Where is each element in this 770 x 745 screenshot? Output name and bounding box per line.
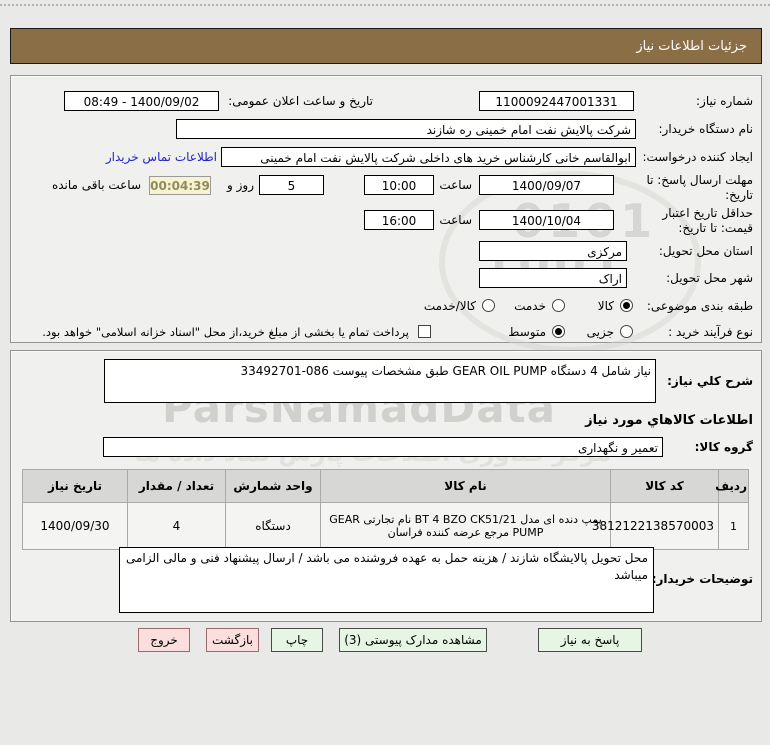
need-info-panel: 0101 1001 شماره نیاز: 1100092447001331 ت…: [10, 75, 762, 353]
classification-label: طبقه بندی موضوعی:: [646, 299, 753, 313]
price-validity-hour-label: ساعت: [439, 213, 472, 227]
radio-partial[interactable]: [620, 325, 633, 338]
cell-goods-code: 3812122138570003: [592, 502, 719, 550]
reply-deadline-date-field[interactable]: 1400/09/07: [479, 175, 614, 195]
table-row: 1 3812122138570003 پمپ دنده ای مدل BT 4 …: [22, 502, 749, 550]
page-title-bar: جزئیات اطلاعات نیاز: [10, 28, 762, 64]
cell-goods-name: پمپ دنده ای مدل BT 4 BZO CK51/21 نام تجا…: [320, 502, 611, 550]
view-attached-docs-button[interactable]: مشاهده مدارک پیوستی (3): [339, 628, 487, 652]
page-title: جزئیات اطلاعات نیاز: [636, 38, 747, 54]
treasury-payment-checkbox[interactable]: [418, 325, 431, 338]
col-header-quantity: تعداد / مقدار: [127, 469, 226, 503]
buyer-notes-field[interactable]: محل تحویل پالایشگاه شازند / هزینه حمل به…: [119, 547, 654, 613]
radio-service[interactable]: [552, 299, 565, 312]
buyer-contact-link[interactable]: اطلاعات تماس خریدار: [106, 147, 217, 167]
cell-need-date: 1400/09/30: [22, 502, 128, 550]
price-validity-label: حداقل تاریخ اعتبار قیمت: تا تاریخ:: [662, 206, 753, 235]
buyer-notes-label: توضیحات خریدار:: [651, 572, 753, 586]
goods-info-header: اطلاعات کالاهاي مورد نیاز: [585, 413, 753, 428]
need-number-field[interactable]: 1100092447001331: [479, 91, 634, 111]
reply-deadline-label: مهلت ارسال پاسخ: تا تاریخ:: [646, 173, 753, 202]
delivery-province-label: استان محل تحویل:: [658, 244, 753, 258]
reply-to-need-button[interactable]: پاسخ به نیاز: [538, 628, 642, 652]
delivery-province-field[interactable]: مرکزی: [479, 241, 627, 261]
need-number-label: شماره نیاز:: [696, 94, 753, 108]
radio-medium[interactable]: [552, 325, 565, 338]
price-validity-date-field[interactable]: 1400/10/04: [479, 210, 614, 230]
days-and-label: روز و: [227, 178, 254, 192]
radio-goods-service-label: کالا/خدمت: [423, 299, 476, 313]
goods-group-field[interactable]: تعمیر و نگهداری: [103, 437, 663, 457]
radio-service-label: خدمت: [514, 299, 546, 313]
request-creator-label: ایجاد کننده درخواست:: [642, 150, 753, 164]
need-description-label: شرح کلي نیاز:: [667, 374, 753, 388]
top-dotted-divider: [0, 4, 770, 6]
reply-deadline-time-field[interactable]: 10:00: [364, 175, 434, 195]
goods-info-panel: ParsNamadData مرکز فناوری اطلاعات پارس ن…: [10, 350, 762, 622]
delivery-city-label: شهر محل تحویل:: [666, 271, 753, 285]
radio-goods[interactable]: [620, 299, 633, 312]
col-header-goods-name: نام کالا: [320, 469, 611, 503]
exit-button[interactable]: خروج: [138, 628, 190, 652]
cell-row-number: 1: [718, 502, 749, 550]
col-header-unit: واحد شمارش: [225, 469, 321, 503]
announce-datetime-label: تاریخ و ساعت اعلان عمومی:: [228, 94, 373, 108]
goods-table-header-row: ردیف کد کالا نام کالا واحد شمارش تعداد /…: [22, 469, 749, 503]
countdown-timer: 00:04:39: [149, 176, 211, 195]
buyer-org-field[interactable]: شرکت پالایش نفت امام خمینی ره شازند: [176, 119, 636, 139]
time-remaining-label: ساعت باقی مانده: [51, 178, 141, 192]
radio-medium-label: متوسط: [508, 325, 546, 339]
col-header-goods-code: کد کالا: [610, 469, 719, 503]
col-header-need-date: تاریخ نیاز: [22, 469, 128, 503]
reply-deadline-days-field[interactable]: 5: [259, 175, 324, 195]
purchase-type-label: نوع فرآیند خرید :: [668, 325, 753, 339]
treasury-payment-label: پرداخت تمام یا بخشی از مبلغ خرید،از محل …: [42, 325, 409, 339]
buyer-org-label: نام دستگاه خریدار:: [658, 122, 754, 136]
radio-goods-service[interactable]: [482, 299, 495, 312]
need-description-field[interactable]: نیاز شامل 4 دستگاه GEAR OIL PUMP طبق مشخ…: [104, 359, 656, 403]
price-validity-time-field[interactable]: 16:00: [364, 210, 434, 230]
request-creator-field[interactable]: ابوالقاسم خانی کارشناس خرید های داخلی شر…: [221, 147, 636, 167]
radio-goods-label: کالا: [597, 299, 614, 313]
radio-partial-label: جزیی: [586, 325, 614, 339]
cell-quantity: 4: [127, 502, 226, 550]
goods-table: ردیف کد کالا نام کالا واحد شمارش تعداد /…: [22, 469, 749, 550]
delivery-city-field[interactable]: اراک: [479, 268, 627, 288]
print-button[interactable]: چاپ: [271, 628, 323, 652]
goods-group-label: گروه کالا:: [694, 440, 753, 454]
col-header-row-number: ردیف: [715, 469, 749, 503]
reply-deadline-hour-label: ساعت: [439, 178, 472, 192]
cell-unit: دستگاه: [225, 502, 321, 550]
back-button[interactable]: بازگشت: [206, 628, 259, 652]
announce-datetime-field[interactable]: 1400/09/02 - 08:49: [64, 91, 219, 111]
